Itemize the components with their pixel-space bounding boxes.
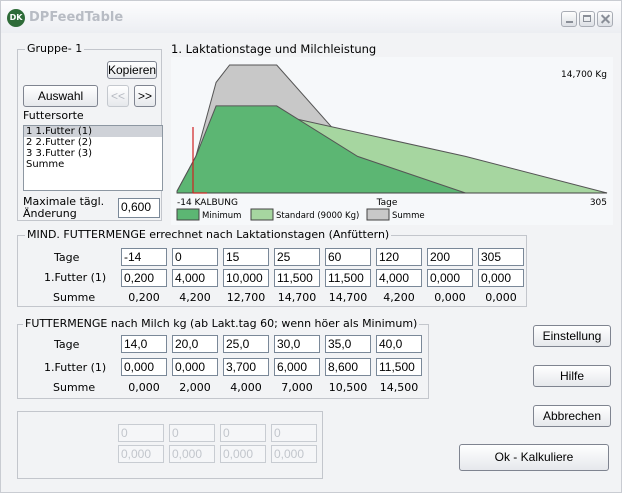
legend-swatch bbox=[250, 208, 274, 221]
milch-summe-value: 2,000 bbox=[179, 381, 211, 394]
mind-summe-value: 0,000 bbox=[434, 291, 466, 304]
mind-futter-input[interactable]: 10,000 bbox=[223, 269, 269, 287]
mind-tage-label: Tage bbox=[54, 251, 80, 264]
chart-x-end-label: 305 bbox=[590, 198, 607, 208]
mind-tage-input[interactable]: 25 bbox=[274, 248, 320, 266]
mind-tage-input[interactable]: 120 bbox=[376, 248, 422, 266]
lactation-chart: 14,700 Kg -14 KALBUNG Tage 305 Minimum Standa… bbox=[171, 57, 613, 225]
abbrechen-button[interactable]: Abbrechen bbox=[533, 405, 611, 427]
next-button[interactable]: >> bbox=[134, 85, 156, 107]
mind-tage-input[interactable]: -14 bbox=[121, 248, 167, 266]
mind-futter-input[interactable]: 0,000 bbox=[478, 269, 524, 287]
milch-futter-input[interactable]: 0,000 bbox=[121, 358, 167, 376]
ok-kalkuliere-button[interactable]: Ok - Kalkuliere bbox=[459, 444, 609, 471]
app-icon: DK bbox=[7, 9, 25, 27]
milch-tage-input[interactable]: 14,0 bbox=[121, 335, 167, 353]
mind-tage-input[interactable]: 305 bbox=[478, 248, 524, 266]
milch-tage-input[interactable]: 40,0 bbox=[376, 335, 422, 353]
milch-tage-label: Tage bbox=[54, 338, 80, 351]
extra-input[interactable]: 0,000 bbox=[220, 445, 266, 463]
legend-label: Summe bbox=[392, 211, 425, 221]
mind-futter-label: 1.Futter (1) bbox=[44, 271, 107, 284]
mind-futter-input[interactable]: 11,500 bbox=[274, 269, 320, 287]
mind-futter-input[interactable]: 4,000 bbox=[172, 269, 218, 287]
mind-futter-input[interactable]: 0,000 bbox=[427, 269, 473, 287]
legend-swatch bbox=[176, 208, 200, 221]
title-bar: DK DPFeedTable bbox=[1, 1, 621, 33]
max-change-input[interactable]: 0,600 bbox=[118, 198, 160, 218]
gruppe-label: Gruppe- 1 bbox=[25, 42, 85, 55]
milch-summe-value: 4,000 bbox=[230, 381, 262, 394]
mind-futtermenge-label: MIND. FUTTERMENGE errechnet nach Laktati… bbox=[25, 228, 392, 241]
milch-futter-input[interactable]: 3,700 bbox=[223, 358, 269, 376]
milch-futter-input[interactable]: 11,500 bbox=[376, 358, 422, 376]
close-icon[interactable] bbox=[597, 11, 613, 27]
mind-summe-value: 4,200 bbox=[383, 291, 415, 304]
futtersorte-item[interactable]: Summe bbox=[24, 159, 162, 170]
mind-summe-value: 0,200 bbox=[128, 291, 160, 304]
milch-summe-value: 10,500 bbox=[328, 381, 368, 394]
milch-tage-input[interactable]: 20,0 bbox=[172, 335, 218, 353]
milch-tage-input[interactable]: 30,0 bbox=[274, 335, 320, 353]
hilfe-button[interactable]: Hilfe bbox=[533, 365, 611, 387]
chart-title: 1. Laktationstage und Milchleistung bbox=[171, 42, 377, 56]
chart-x-axis-label: Tage bbox=[376, 198, 398, 208]
mind-summe-value: 14,700 bbox=[328, 291, 368, 304]
milch-summe-value: 7,000 bbox=[281, 381, 313, 394]
extra-input[interactable]: 0 bbox=[118, 424, 164, 442]
chart-peak-annotation: 14,700 Kg bbox=[561, 70, 607, 80]
mind-summe-value: 12,700 bbox=[226, 291, 266, 304]
extra-input[interactable]: 0 bbox=[169, 424, 215, 442]
futtersorte-label: Futtersorte bbox=[23, 109, 84, 122]
kopieren-button[interactable]: Kopieren bbox=[107, 61, 157, 79]
mind-tage-input[interactable]: 200 bbox=[427, 248, 473, 266]
extra-input[interactable]: 0 bbox=[220, 424, 266, 442]
futtersorte-item[interactable]: 3 3.Futter (3) bbox=[24, 148, 162, 159]
previous-button[interactable]: << bbox=[107, 85, 129, 107]
mind-tage-input[interactable]: 15 bbox=[223, 248, 269, 266]
dpfeedtable-window: DK DPFeedTable Gruppe- 1 Kopieren Auswah… bbox=[0, 0, 622, 493]
milch-futtermenge-label: FUTTERMENGE nach Milch kg (ab Lakt.tag 6… bbox=[23, 317, 420, 330]
futtersorte-item[interactable]: 1 1.Futter (1) bbox=[24, 126, 162, 137]
extra-input[interactable]: 0,000 bbox=[118, 445, 164, 463]
mind-summe-value: 4,200 bbox=[179, 291, 211, 304]
futtersorte-item[interactable]: 2 2.Futter (2) bbox=[24, 137, 162, 148]
mind-tage-input[interactable]: 60 bbox=[325, 248, 371, 266]
extra-input[interactable]: 0 bbox=[271, 424, 317, 442]
auswahl-button[interactable]: Auswahl bbox=[23, 85, 98, 107]
einstellung-button[interactable]: Einstellung bbox=[533, 325, 611, 347]
milch-futter-label: 1.Futter (1) bbox=[44, 361, 107, 374]
milch-futter-input[interactable]: 0,000 bbox=[172, 358, 218, 376]
milch-tage-input[interactable]: 25,0 bbox=[223, 335, 269, 353]
max-change-label-line2: Änderung bbox=[23, 207, 77, 220]
milch-futter-input[interactable]: 6,000 bbox=[274, 358, 320, 376]
chart-svg: 14,700 Kg -14 KALBUNG Tage 305 Minimum Standa… bbox=[171, 57, 613, 225]
extra-input[interactable]: 0,000 bbox=[169, 445, 215, 463]
mind-futter-input[interactable]: 4,000 bbox=[376, 269, 422, 287]
milch-tage-input[interactable]: 35,0 bbox=[325, 335, 371, 353]
mind-summe-value: 0,000 bbox=[485, 291, 517, 304]
futtersorte-list[interactable]: 1 1.Futter (1) 2 2.Futter (2) 3 3.Futter… bbox=[23, 125, 163, 191]
legend-label: Standard (9000 Kg) bbox=[276, 211, 359, 221]
milch-summe-value: 14,500 bbox=[379, 381, 419, 394]
minimize-icon[interactable] bbox=[561, 11, 577, 27]
mind-futter-input[interactable]: 0,200 bbox=[121, 269, 167, 287]
chart-x-start-label: -14 KALBUNG bbox=[177, 198, 238, 208]
legend-label: Minimum bbox=[202, 211, 241, 221]
extra-input[interactable]: 0,000 bbox=[271, 445, 317, 463]
window-title: DPFeedTable bbox=[29, 10, 124, 25]
maximize-icon[interactable] bbox=[579, 11, 595, 27]
milch-summe-value: 0,000 bbox=[128, 381, 160, 394]
mind-summe-label: Summe bbox=[53, 291, 96, 304]
milch-futter-input[interactable]: 8,600 bbox=[325, 358, 371, 376]
legend-swatch bbox=[366, 208, 390, 221]
mind-tage-input[interactable]: 0 bbox=[172, 248, 218, 266]
mind-summe-value: 14,700 bbox=[277, 291, 317, 304]
mind-futter-input[interactable]: 11,500 bbox=[325, 269, 371, 287]
milch-summe-label: Summe bbox=[53, 381, 96, 394]
